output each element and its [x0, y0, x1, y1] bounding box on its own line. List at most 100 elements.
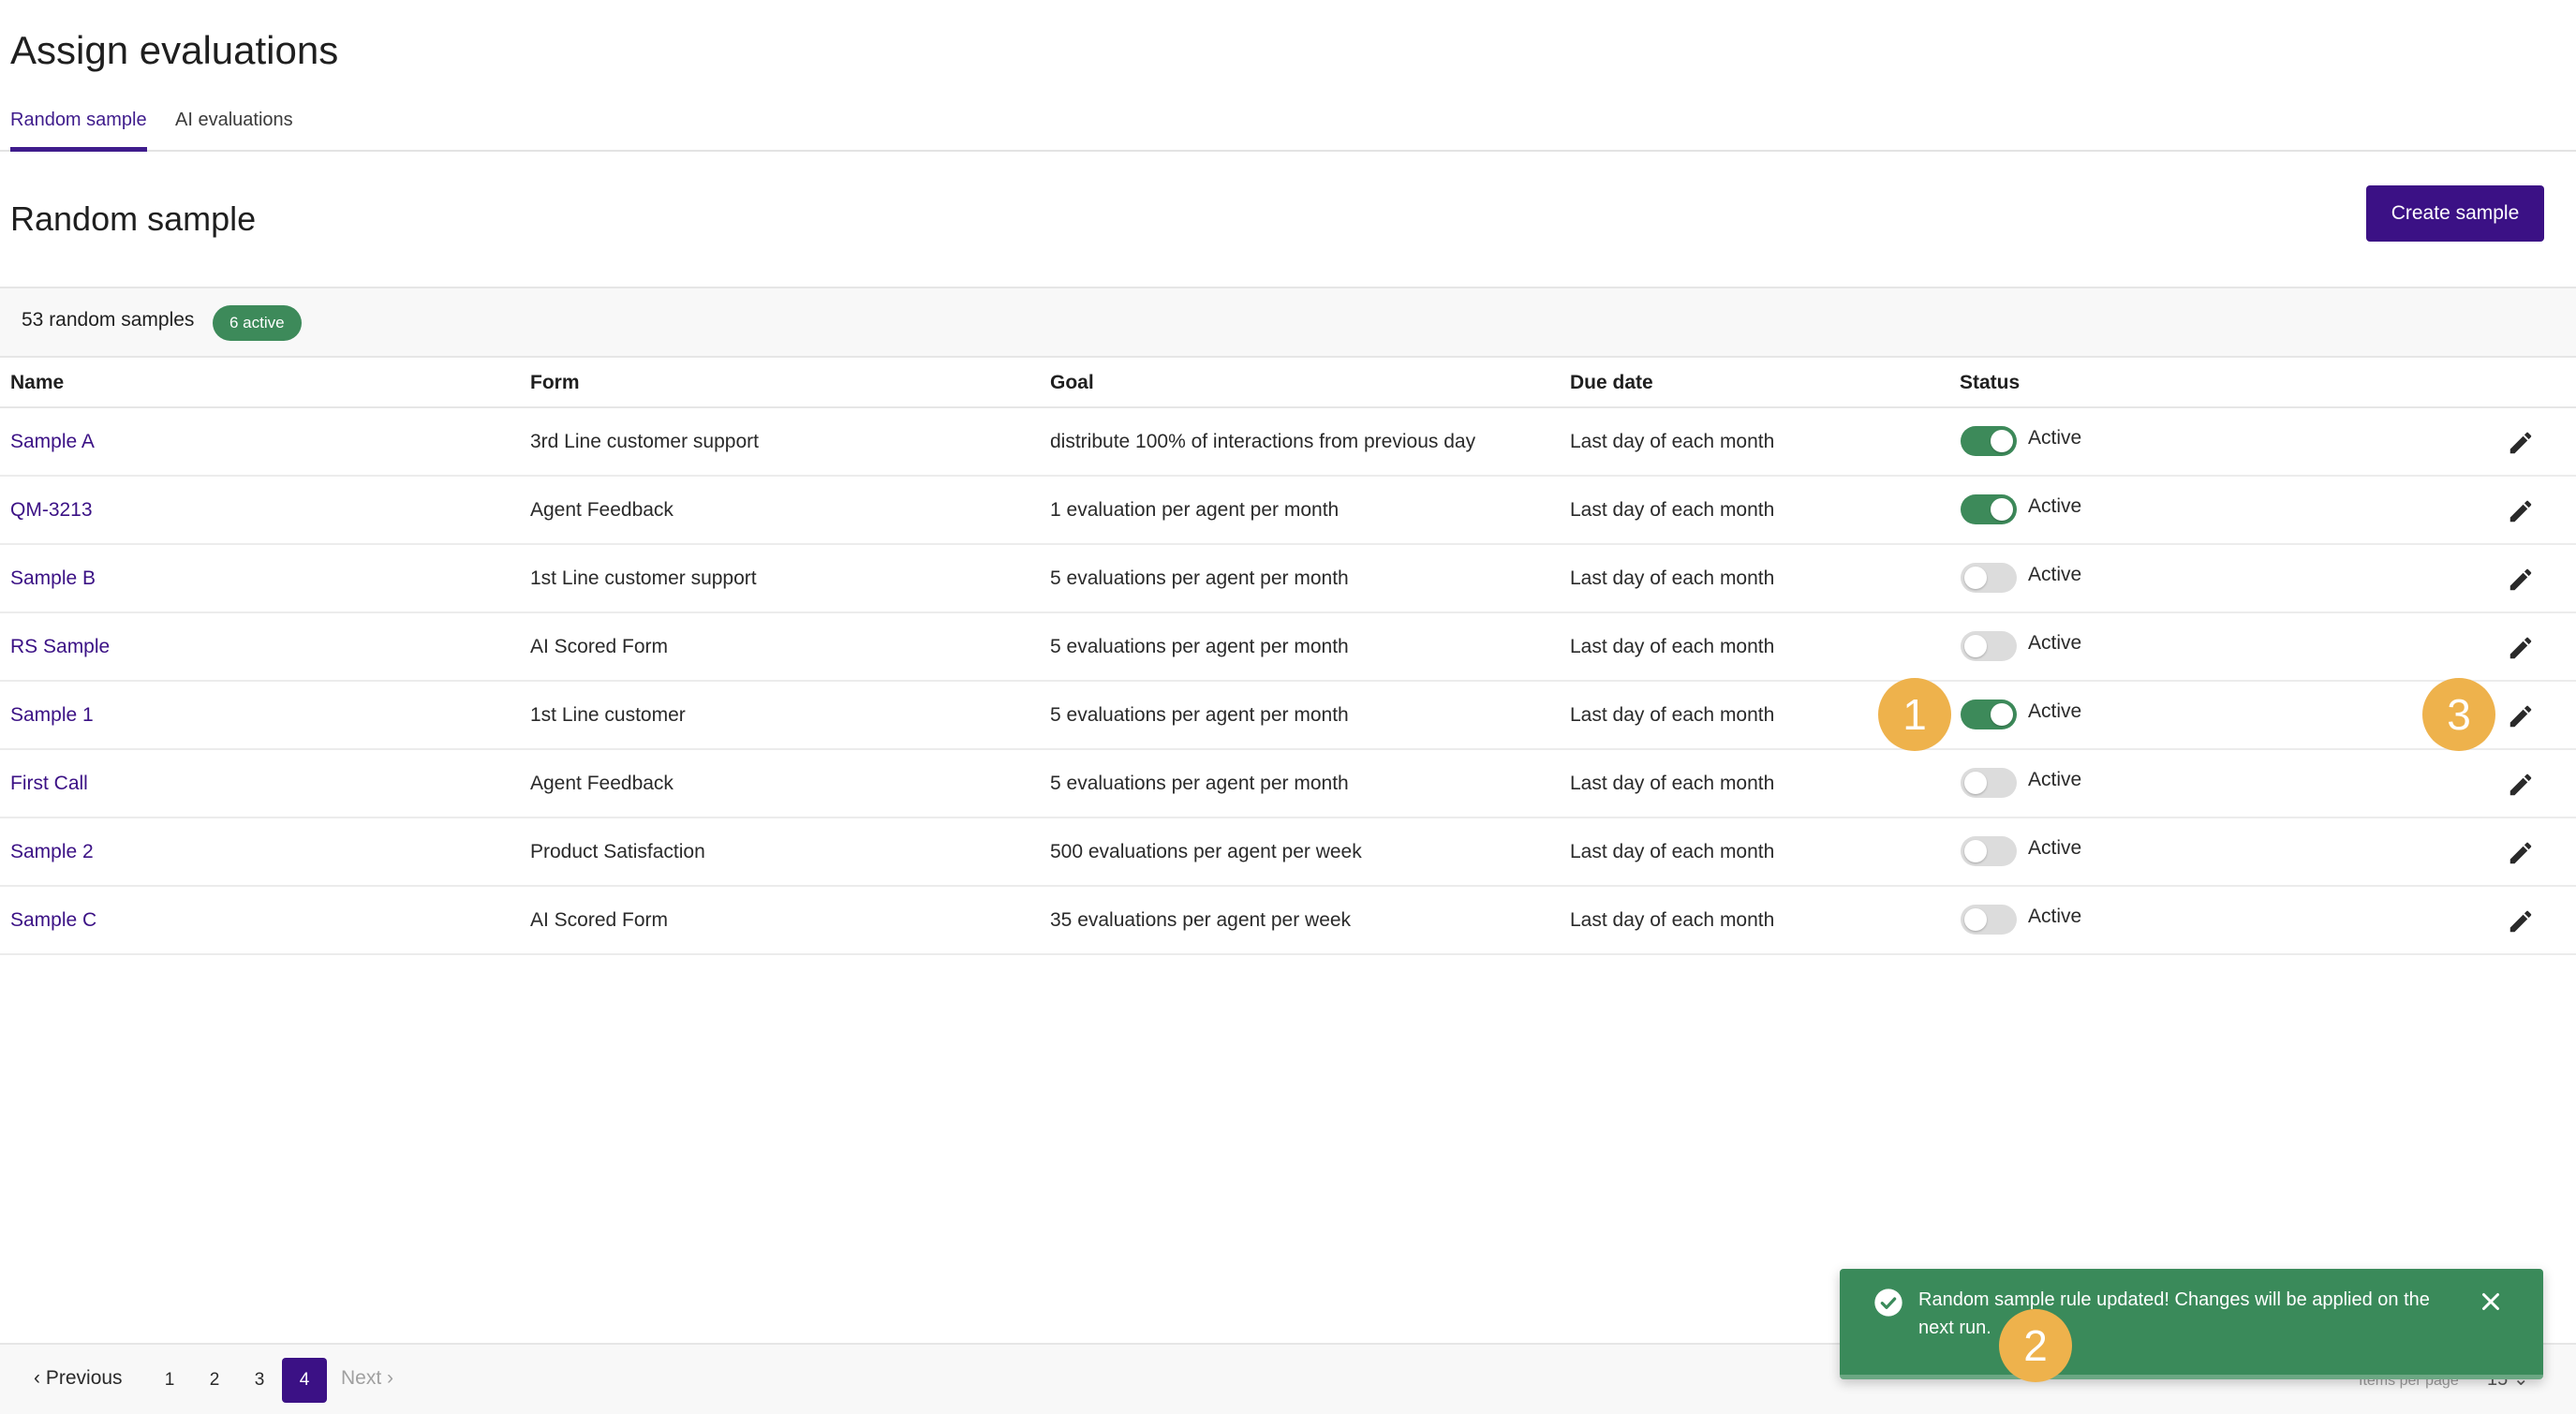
pencil-icon[interactable] — [2507, 429, 2535, 457]
toggle-knob — [1991, 703, 2013, 726]
status-label: Active — [2028, 837, 2082, 859]
form-cell: Agent Feedback — [530, 773, 674, 794]
page-button-3[interactable]: 3 — [237, 1358, 282, 1403]
status-label: Active — [2028, 495, 2082, 517]
create-sample-button[interactable]: Create sample — [2366, 185, 2544, 242]
due-date-cell: Last day of each month — [1570, 773, 1775, 794]
column-header-due-date[interactable]: Due date — [1570, 372, 1653, 394]
form-cell: AI Scored Form — [530, 636, 669, 657]
status-toggle[interactable] — [1961, 426, 2017, 456]
sample-name-link[interactable]: First Call — [10, 773, 88, 795]
table-row: Sample B 1st Line customer support 5 evalu… — [0, 545, 2576, 613]
callout-badge-3: 3 — [2422, 678, 2495, 751]
form-cell: 3rd Line customer support — [530, 431, 759, 452]
page-button-4[interactable]: 4 — [282, 1358, 327, 1403]
page-title: Assign evaluations — [10, 28, 339, 72]
pencil-icon[interactable] — [2507, 771, 2535, 799]
due-date-cell: Last day of each month — [1570, 499, 1775, 521]
previous-page-button[interactable]: ‹ Previous — [34, 1367, 123, 1390]
sample-count: 53 random samples — [22, 309, 195, 331]
summary-bar: 53 random samples 6 active — [0, 287, 2576, 358]
status-toggle[interactable] — [1961, 631, 2017, 661]
chevron-right-icon: › — [387, 1367, 394, 1389]
pencil-icon[interactable] — [2507, 839, 2535, 867]
next-label: Next — [341, 1367, 382, 1389]
chevron-left-icon: ‹ — [34, 1367, 40, 1389]
sample-name-link[interactable]: Sample B — [10, 567, 96, 590]
goal-cell: 1 evaluation per agent per month — [1050, 499, 1340, 521]
due-date-cell: Last day of each month — [1570, 704, 1775, 726]
status-toggle[interactable] — [1961, 563, 2017, 593]
column-header-status[interactable]: Status — [1960, 372, 2020, 394]
sample-name-link[interactable]: Sample 1 — [10, 704, 94, 727]
form-cell: Product Satisfaction — [530, 841, 705, 862]
form-cell: 1st Line customer support — [530, 567, 757, 589]
form-cell: 1st Line customer — [530, 704, 686, 726]
toggle-knob — [1991, 430, 2013, 452]
tab-ai-evaluations[interactable]: AI evaluations — [175, 110, 293, 152]
table-row: Sample A 3rd Line customer support distrib… — [0, 408, 2576, 477]
close-icon[interactable] — [2477, 1288, 2505, 1316]
goal-cell: distribute 100% of interactions from pre… — [1050, 431, 1476, 452]
status-label: Active — [2028, 769, 2082, 790]
sample-name-link[interactable]: RS Sample — [10, 636, 110, 658]
toggle-knob — [1991, 498, 2013, 521]
form-cell: AI Scored Form — [530, 909, 669, 931]
toast-timer-bar — [1840, 1375, 2543, 1379]
goal-cell: 35 evaluations per agent per week — [1050, 909, 1352, 931]
pencil-icon[interactable] — [2507, 566, 2535, 594]
tab-random-sample[interactable]: Random sample — [10, 110, 147, 152]
tab-bar: Random sample AI evaluations — [0, 105, 2576, 152]
goal-cell: 500 evaluations per agent per week — [1050, 841, 1362, 862]
status-label: Active — [2028, 427, 2082, 449]
callout-badge-2: 2 — [1999, 1309, 2072, 1382]
table-row: QM-3213 Agent Feedback 1 evaluation per ag… — [0, 477, 2576, 545]
table-row: RS Sample AI Scored Form 5 evaluations per… — [0, 613, 2576, 682]
toggle-knob — [1964, 772, 1987, 794]
status-label: Active — [2028, 700, 2082, 722]
table-header: Name Form Goal Due date Status — [0, 358, 2576, 408]
success-toast: Random sample rule updated! Changes will… — [1840, 1269, 2543, 1379]
status-label: Active — [2028, 632, 2082, 654]
toggle-knob — [1964, 908, 1987, 931]
sample-name-link[interactable]: Sample C — [10, 909, 96, 932]
pencil-icon[interactable] — [2507, 702, 2535, 730]
status-toggle[interactable] — [1961, 905, 2017, 935]
status-label: Active — [2028, 564, 2082, 585]
toggle-knob — [1964, 567, 1987, 589]
status-toggle[interactable] — [1961, 768, 2017, 798]
check-circle-icon — [1874, 1289, 1902, 1317]
status-toggle[interactable] — [1961, 494, 2017, 524]
section-title: Random sample — [10, 199, 257, 238]
sample-name-link[interactable]: QM-3213 — [10, 499, 93, 522]
due-date-cell: Last day of each month — [1570, 841, 1775, 862]
toggle-knob — [1964, 840, 1987, 862]
column-header-form[interactable]: Form — [530, 372, 580, 394]
due-date-cell: Last day of each month — [1570, 567, 1775, 589]
sample-name-link[interactable]: Sample 2 — [10, 841, 94, 863]
table-row: Sample C AI Scored Form 35 evaluations per… — [0, 887, 2576, 955]
status-toggle[interactable] — [1961, 836, 2017, 866]
status-label: Active — [2028, 906, 2082, 927]
pencil-icon[interactable] — [2507, 907, 2535, 935]
table-body: Sample A 3rd Line customer support distrib… — [0, 408, 2576, 955]
due-date-cell: Last day of each month — [1570, 431, 1775, 452]
pencil-icon[interactable] — [2507, 634, 2535, 662]
table-row: First Call Agent Feedback 5 evaluations pe… — [0, 750, 2576, 818]
next-page-button[interactable]: Next › — [341, 1367, 393, 1390]
goal-cell: 5 evaluations per agent per month — [1050, 636, 1349, 657]
column-header-goal[interactable]: Goal — [1050, 372, 1094, 394]
goal-cell: 5 evaluations per agent per month — [1050, 567, 1349, 589]
status-toggle[interactable] — [1961, 700, 2017, 729]
toggle-knob — [1964, 635, 1987, 657]
active-count-badge: 6 active — [213, 305, 302, 341]
column-header-name[interactable]: Name — [10, 372, 64, 394]
page-button-2[interactable]: 2 — [192, 1358, 237, 1403]
page-button-1[interactable]: 1 — [147, 1358, 192, 1403]
due-date-cell: Last day of each month — [1570, 909, 1775, 931]
previous-label: Previous — [45, 1367, 123, 1389]
pencil-icon[interactable] — [2507, 497, 2535, 525]
sample-name-link[interactable]: Sample A — [10, 431, 95, 453]
goal-cell: 5 evaluations per agent per month — [1050, 704, 1349, 726]
samples-table: Name Form Goal Due date Status Sample A 3… — [0, 358, 2576, 955]
